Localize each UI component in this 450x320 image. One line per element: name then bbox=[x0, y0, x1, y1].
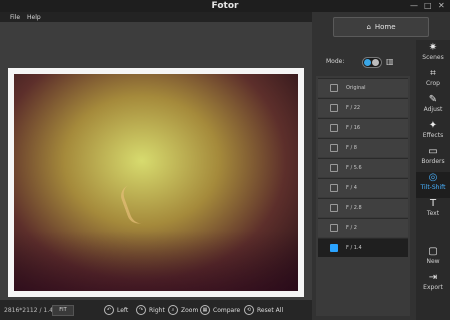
rotate-left-button[interactable]: ↶ Left bbox=[104, 305, 128, 315]
crop-icon: ⌗ bbox=[430, 68, 436, 79]
tool-new[interactable]: ▢ New bbox=[416, 246, 450, 272]
compare-icon: ▦ bbox=[200, 305, 210, 315]
tool-label: Tilt-Shift bbox=[420, 184, 446, 191]
preset-label: F / 8 bbox=[346, 145, 357, 151]
preset-f8[interactable]: F / 8 bbox=[318, 138, 408, 157]
tool-tilt-shift[interactable]: ◎ Tilt-Shift bbox=[416, 172, 450, 198]
close-icon[interactable]: ✕ bbox=[438, 1, 445, 10]
minimize-icon[interactable]: — bbox=[410, 1, 418, 10]
preset-label: F / 4 bbox=[346, 185, 357, 191]
reset-all-button[interactable]: ⟲ Reset All bbox=[244, 305, 283, 315]
mode-toggle[interactable] bbox=[362, 57, 382, 68]
mode-alt-icon[interactable]: ▥ bbox=[386, 57, 394, 66]
zoom-icon: ⌕ bbox=[168, 305, 178, 315]
plant-stem bbox=[117, 181, 154, 227]
preset-f2[interactable]: F / 2 bbox=[318, 218, 408, 237]
app-title: Fotor bbox=[211, 1, 239, 11]
mode-row: Mode: ▥ bbox=[318, 54, 410, 70]
new-icon: ▢ bbox=[428, 246, 438, 257]
home-icon: ⌂ bbox=[366, 23, 371, 31]
tool-borders[interactable]: ▭ Borders bbox=[416, 146, 450, 172]
home-button[interactable]: ⌂ Home bbox=[333, 17, 429, 37]
preset-f1-4[interactable]: F / 1.4 bbox=[318, 238, 408, 257]
tool-export[interactable]: ⇥ Export bbox=[416, 272, 450, 298]
grass-vignette bbox=[14, 231, 298, 291]
title-bar: Fotor — □ ✕ bbox=[0, 0, 450, 12]
preset-icon bbox=[330, 164, 338, 172]
preset-f2-8[interactable]: F / 2.8 bbox=[318, 198, 408, 217]
tool-scenes[interactable]: ✷ Scenes bbox=[416, 42, 450, 68]
preset-label: Original bbox=[346, 85, 366, 91]
tool-label: Scenes bbox=[422, 54, 444, 61]
tool-label: Effects bbox=[422, 132, 444, 139]
menu-file[interactable]: File bbox=[10, 14, 20, 21]
stars-icon: ✦ bbox=[428, 120, 438, 131]
tool-text[interactable]: T Text bbox=[416, 198, 450, 224]
fotor-app-window: Fotor — □ ✕ File Help 2816*2112 / 1.43MB… bbox=[0, 0, 450, 320]
preset-f4[interactable]: F / 4 bbox=[318, 178, 408, 197]
preset-original[interactable]: Original bbox=[318, 78, 408, 97]
edited-photo[interactable] bbox=[14, 74, 298, 291]
reset-all-label: Reset All bbox=[257, 306, 284, 314]
brush-icon: ✎ bbox=[428, 94, 438, 105]
maximize-icon[interactable]: □ bbox=[424, 1, 432, 10]
tool-effects[interactable]: ✦ Effects bbox=[416, 120, 450, 146]
canvas-area bbox=[0, 22, 312, 300]
preset-label: F / 1.4 bbox=[346, 245, 362, 251]
rotate-right-label: Right bbox=[149, 306, 165, 314]
rotate-left-label: Left bbox=[117, 306, 129, 314]
preset-label: F / 5.6 bbox=[346, 165, 362, 171]
zoom-label: Zoom bbox=[181, 306, 199, 314]
preset-f22[interactable]: F / 22 bbox=[318, 98, 408, 117]
preset-icon bbox=[330, 124, 338, 132]
menu-bar: File Help bbox=[0, 12, 312, 22]
tool-label: Export bbox=[423, 284, 443, 291]
preset-icon bbox=[330, 184, 338, 192]
export-icon: ⇥ bbox=[428, 272, 438, 283]
target-icon: ◎ bbox=[428, 172, 438, 183]
preset-icon bbox=[330, 204, 338, 212]
tool-label: Crop bbox=[425, 80, 440, 87]
tools-column: ✷ Scenes ⌗ Crop ✎ Adjust ✦ Effects ▭ Borders … bbox=[416, 40, 450, 320]
preset-f16[interactable]: F / 16 bbox=[318, 118, 408, 137]
preset-label: F / 2.8 bbox=[346, 205, 362, 211]
menu-help[interactable]: Help bbox=[27, 14, 41, 21]
preset-icon bbox=[330, 224, 338, 232]
rotate-right-icon: ↷ bbox=[136, 305, 146, 315]
preset-label: F / 22 bbox=[346, 105, 361, 111]
photo-frame bbox=[8, 68, 304, 297]
rotate-right-button[interactable]: ↷ Right bbox=[136, 305, 165, 315]
compare-button[interactable]: ▦ Compare bbox=[200, 305, 240, 315]
frame-icon: ▭ bbox=[428, 146, 438, 157]
sparkle-icon: ✷ bbox=[428, 42, 438, 53]
rotate-left-icon: ↶ bbox=[104, 305, 114, 315]
preset-icon bbox=[330, 104, 338, 112]
zoom-button[interactable]: ⌕ Zoom bbox=[168, 305, 198, 315]
preset-label: F / 2 bbox=[346, 225, 357, 231]
home-label: Home bbox=[374, 23, 396, 31]
preset-icon bbox=[330, 244, 338, 252]
tool-label: Text bbox=[426, 210, 440, 217]
compare-label: Compare bbox=[213, 306, 241, 314]
text-icon: T bbox=[429, 198, 437, 209]
tool-label: Adjust bbox=[423, 106, 443, 113]
reset-icon: ⟲ bbox=[244, 305, 254, 315]
mode-toggle-knob-right bbox=[372, 59, 379, 66]
tilt-shift-presets: Original F / 22 F / 16 F / 8 F / 5.6 F /… bbox=[316, 76, 410, 316]
preset-icon bbox=[330, 84, 338, 92]
tool-label: New bbox=[426, 258, 440, 265]
tool-adjust[interactable]: ✎ Adjust bbox=[416, 94, 450, 120]
preset-label: F / 16 bbox=[346, 125, 361, 131]
tool-label: Borders bbox=[421, 158, 445, 165]
status-bar: 2816*2112 / 1.43MB FIT ↶ Left ↷ Right ⌕ … bbox=[0, 300, 312, 320]
tool-crop[interactable]: ⌗ Crop bbox=[416, 68, 450, 94]
preset-icon bbox=[330, 144, 338, 152]
preset-f5-6[interactable]: F / 5.6 bbox=[318, 158, 408, 177]
right-panel: ⌂ Home Mode: ▥ Original F / 22 F / 16 F … bbox=[312, 12, 450, 320]
fit-dropdown[interactable]: FIT bbox=[52, 305, 74, 316]
mode-label: Mode: bbox=[326, 58, 345, 65]
mode-toggle-knob-left bbox=[364, 59, 371, 66]
